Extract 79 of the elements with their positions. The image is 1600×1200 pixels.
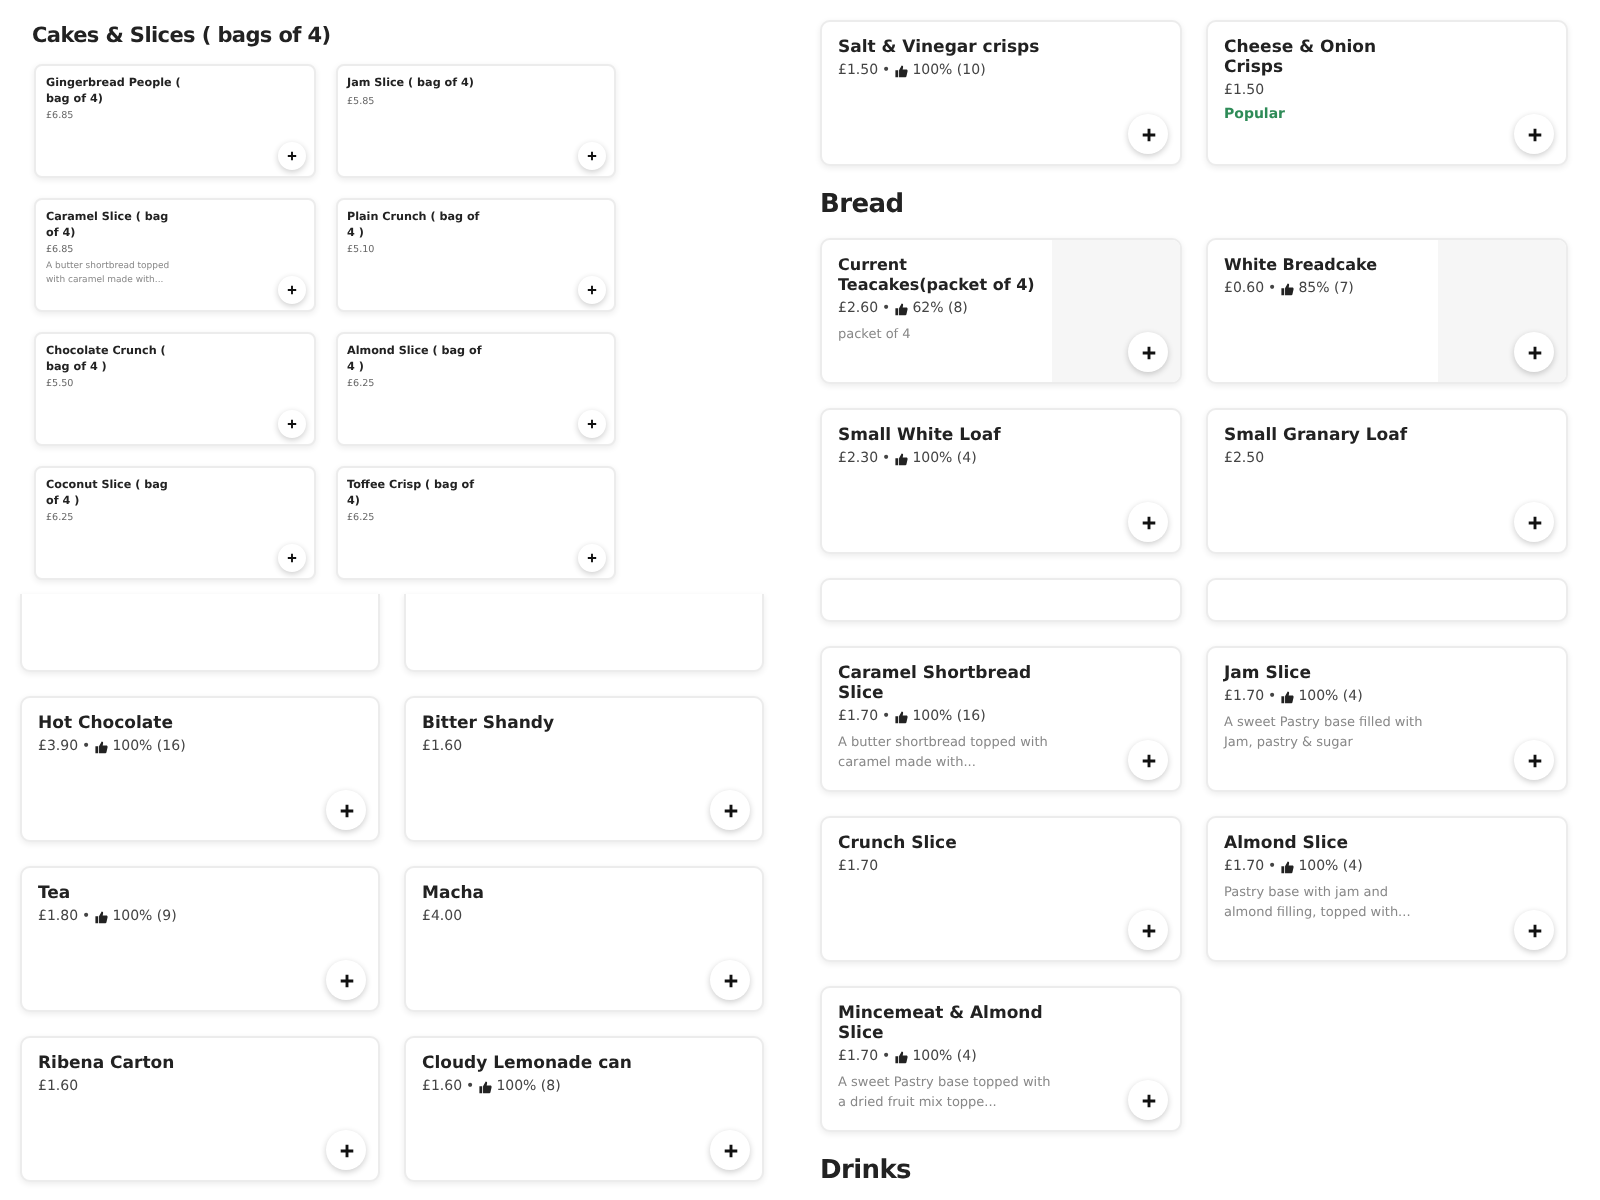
plus-icon (1139, 343, 1157, 361)
add-button[interactable] (578, 410, 606, 438)
plus-icon (1525, 125, 1543, 143)
item-name: Cheese & Onion Crisps (1224, 38, 1379, 78)
plus-icon (285, 150, 297, 162)
item-name: Current Teacakes(packet of 4) (838, 256, 1037, 296)
section-heading: Bread (820, 190, 906, 220)
item-name: Hot Chocolate (38, 714, 175, 734)
plus-icon (721, 971, 739, 989)
thumbs-up-icon (1280, 860, 1295, 874)
item-name: Jam Slice (1224, 664, 1313, 684)
item-name: White Breadcake (1224, 256, 1380, 276)
item-name: Small White Loaf (838, 426, 1003, 446)
add-button[interactable] (326, 960, 366, 1000)
add-button[interactable] (1514, 740, 1554, 780)
add-button[interactable] (710, 790, 750, 830)
thumbs-up-icon (94, 910, 109, 924)
section-heading: Drinks (820, 1156, 913, 1186)
item-name: Tea (38, 884, 73, 904)
add-button[interactable] (710, 1130, 750, 1170)
add-button[interactable] (578, 142, 606, 170)
item-name: Salt & Vinegar crisps (838, 38, 1042, 58)
thumbs-up-icon (894, 64, 909, 78)
add-button[interactable] (710, 960, 750, 1000)
thumbs-up-icon (478, 1080, 493, 1094)
add-button[interactable] (277, 276, 305, 304)
plus-icon (1525, 513, 1543, 531)
thumbs-up-icon (94, 740, 109, 754)
plus-icon (586, 418, 598, 430)
add-button[interactable] (277, 142, 305, 170)
thumbs-up-icon (894, 452, 909, 466)
thumbs-up-icon (894, 710, 909, 724)
add-button[interactable] (1514, 910, 1554, 950)
plus-icon (1139, 921, 1157, 939)
add-button[interactable] (326, 1130, 366, 1170)
add-button[interactable] (1128, 114, 1168, 154)
plus-icon (337, 801, 355, 819)
plus-icon (721, 801, 739, 819)
plus-icon (285, 552, 297, 564)
plus-icon (1139, 125, 1157, 143)
plus-icon (1525, 921, 1543, 939)
plus-icon (337, 971, 355, 989)
plus-icon (285, 418, 297, 430)
item-name: Small Granary Loaf (1224, 426, 1410, 446)
thumbs-up-icon (894, 302, 909, 316)
plus-icon (1139, 1091, 1157, 1109)
thumbs-up-icon (1280, 282, 1295, 296)
plus-icon (285, 284, 297, 296)
plus-icon (1139, 513, 1157, 531)
thumbs-up-icon (1280, 690, 1295, 704)
add-button[interactable] (578, 276, 606, 304)
item-name: Almond Slice (1224, 834, 1351, 854)
add-button[interactable] (1128, 740, 1168, 780)
thumbs-up-icon (894, 1050, 909, 1064)
add-button[interactable] (578, 544, 606, 572)
plus-icon (1139, 751, 1157, 769)
add-button[interactable] (1128, 910, 1168, 950)
add-button[interactable] (1128, 502, 1168, 542)
item-name: Ribena Carton (38, 1054, 177, 1074)
plus-icon (586, 150, 598, 162)
item-name: Mincemeat & Almond Slice (838, 1004, 1045, 1044)
add-button[interactable] (326, 790, 366, 830)
section-heading: Cakes & Slices ( bags of 4) (32, 24, 333, 48)
plus-icon (586, 284, 598, 296)
item-name: Caramel Shortbread Slice (838, 664, 1034, 704)
item-name: Crunch Slice (838, 834, 959, 854)
add-button[interactable] (1514, 502, 1554, 542)
item-name: Bitter Shandy (422, 714, 557, 734)
item-name: Macha (422, 884, 487, 904)
plus-icon (337, 1141, 355, 1159)
add-button[interactable] (1128, 1080, 1168, 1120)
add-button[interactable] (1514, 114, 1554, 154)
plus-icon (1525, 343, 1543, 361)
add-button[interactable] (277, 410, 305, 438)
plus-icon (586, 552, 598, 564)
plus-icon (721, 1141, 739, 1159)
plus-icon (1525, 751, 1543, 769)
add-button[interactable] (277, 544, 305, 572)
item-name: Cloudy Lemonade can (422, 1054, 634, 1074)
